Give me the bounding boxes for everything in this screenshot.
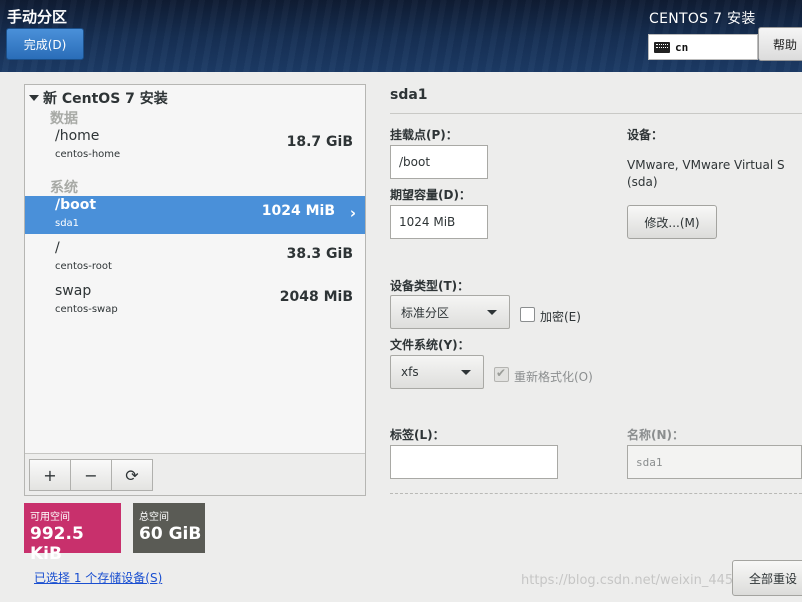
device-description: VMware, VMware Virtual S (sda) — [627, 157, 785, 191]
partition-size: 2048 MiB — [279, 289, 353, 305]
mount-point-label: 挂载点(P)： — [390, 128, 458, 142]
tag-label: 标签(L)： — [390, 428, 445, 442]
partition-device: sda1 — [55, 218, 80, 229]
partition-row-swap[interactable]: swap centos-swap 2048 MiB — [25, 282, 365, 320]
partition-toolbar: + − ⟳ — [25, 453, 365, 495]
partition-device: centos-root — [55, 261, 112, 272]
reformat-checkbox[interactable] — [494, 366, 509, 382]
modify-button[interactable]: 修改...(M) — [627, 205, 717, 239]
keyboard-layout-label: cn — [675, 40, 689, 54]
expander-triangle-icon[interactable] — [29, 95, 39, 101]
encrypt-label: 加密(E) — [540, 310, 581, 324]
total-space-value: 60 GiB — [139, 524, 202, 544]
keyboard-layout-indicator[interactable]: cn — [648, 34, 758, 60]
header-bar: 手动分区 完成(D) CENTOS 7 安装 cn 帮助 — [0, 0, 802, 72]
available-space-value: 992.5 KiB — [30, 524, 84, 564]
device-type-label: 设备类型(T)： — [390, 279, 470, 293]
tree-root-label: 新 CentOS 7 安装 — [43, 91, 168, 107]
partition-device: centos-swap — [55, 304, 118, 315]
tree-root[interactable]: 新 CentOS 7 安装 — [29, 88, 168, 108]
product-title: CENTOS 7 安装 — [649, 11, 756, 27]
device-line: VMware, VMware Virtual S — [627, 158, 785, 172]
keyboard-icon — [654, 41, 670, 53]
partition-tree-panel: 新 CentOS 7 安装 数据 /home centos-home 18.7 … — [24, 84, 366, 496]
help-button[interactable]: 帮助 — [758, 27, 802, 61]
refresh-icon: ⟳ — [125, 465, 139, 485]
partition-device: centos-home — [55, 149, 121, 160]
group-label-data: 数据 — [50, 111, 78, 127]
refresh-button[interactable]: ⟳ — [111, 459, 153, 491]
partition-row-home[interactable]: /home centos-home 18.7 GiB — [25, 127, 365, 165]
partition-row-root[interactable]: / centos-root 38.3 GiB — [25, 239, 365, 277]
device-label: 设备： — [627, 128, 664, 142]
reset-all-button[interactable]: 全部重设 — [732, 560, 802, 596]
partition-mount: /home — [55, 128, 100, 144]
dashed-separator — [390, 493, 802, 494]
total-space-box: 总空间 60 GiB — [133, 503, 205, 553]
name-input[interactable]: sda1 — [627, 445, 802, 479]
device-type-value: 标准分区 — [401, 305, 450, 320]
partition-detail-title: sda1 — [390, 87, 428, 103]
storage-devices-link[interactable]: 已选择 1 个存储设备(S) — [34, 569, 162, 586]
name-label: 名称(N)： — [627, 428, 685, 442]
page-title: 手动分区 — [7, 8, 68, 26]
tag-input[interactable] — [390, 445, 558, 479]
dropdown-arrow-icon — [461, 370, 471, 375]
available-space-box: 可用空间 992.5 KiB — [24, 503, 121, 564]
total-space-label: 总空间 — [139, 512, 169, 523]
dropdown-arrow-icon — [487, 310, 497, 315]
add-partition-button[interactable]: + — [29, 459, 71, 491]
partition-size: 38.3 GiB — [286, 246, 353, 262]
partition-mount: swap — [55, 283, 92, 299]
partition-mount: / — [55, 240, 60, 256]
done-button[interactable]: 完成(D) — [6, 28, 84, 60]
remove-partition-button[interactable]: − — [70, 459, 112, 491]
chevron-right-icon: › — [349, 204, 356, 222]
filesystem-select[interactable]: xfs — [390, 355, 484, 389]
device-line: (sda) — [627, 175, 658, 189]
reformat-label: 重新格式化(O) — [514, 370, 593, 384]
partition-mount: /boot — [55, 197, 97, 213]
available-space-label: 可用空间 — [30, 512, 70, 523]
partition-size: 1024 MiB — [261, 203, 335, 219]
partition-row-boot[interactable]: /boot sda1 1024 MiB › — [25, 196, 365, 234]
partition-size: 18.7 GiB — [286, 134, 353, 150]
capacity-input[interactable]: 1024 MiB — [390, 205, 488, 239]
divider — [390, 113, 802, 114]
filesystem-value: xfs — [401, 365, 419, 379]
encrypt-checkbox[interactable] — [520, 307, 535, 322]
mount-point-input[interactable]: /boot — [390, 145, 488, 179]
filesystem-label: 文件系统(Y)： — [390, 338, 470, 352]
group-label-system: 系统 — [50, 180, 78, 196]
device-type-select[interactable]: 标准分区 — [390, 295, 510, 329]
capacity-label: 期望容量(D)： — [390, 188, 471, 202]
